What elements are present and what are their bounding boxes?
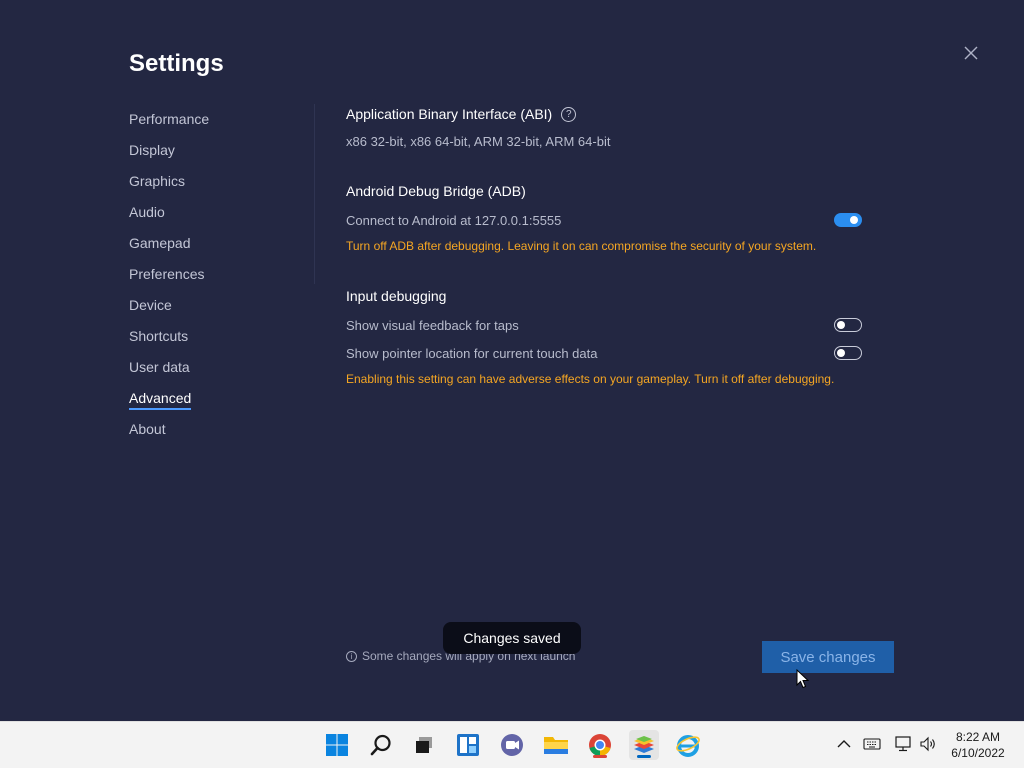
- visual-feedback-label: Show visual feedback for taps: [346, 317, 519, 333]
- keyboard-icon: [863, 738, 881, 750]
- sidebar-divider: [314, 104, 315, 284]
- info-icon: i: [346, 650, 357, 662]
- settings-window: Settings Performance Display Graphics Au…: [0, 0, 1024, 721]
- abi-value: x86 32-bit, x86 64-bit, ARM 32-bit, ARM …: [346, 134, 611, 149]
- running-indicator: [637, 755, 651, 758]
- sidebar-item-label: About: [129, 421, 166, 437]
- search-icon: [370, 734, 391, 756]
- taskbar-clock[interactable]: 8:22 AM 6/10/2022: [944, 729, 1012, 761]
- keyboard-tray-button[interactable]: [862, 734, 882, 754]
- bluestacks-button[interactable]: [629, 730, 659, 760]
- running-indicator: [593, 755, 607, 758]
- task-view-icon: [416, 737, 432, 753]
- visual-feedback-row: Show visual feedback for taps: [346, 315, 862, 335]
- file-explorer-button[interactable]: [541, 730, 571, 760]
- visual-feedback-toggle[interactable]: [834, 318, 862, 332]
- sidebar-item-advanced[interactable]: Advanced: [129, 387, 209, 418]
- sidebar-item-audio[interactable]: Audio: [129, 201, 209, 232]
- sidebar-item-gamepad[interactable]: Gamepad: [129, 232, 209, 263]
- sidebar-item-label: Performance: [129, 111, 210, 127]
- task-view-button[interactable]: [409, 730, 439, 760]
- adb-warning: Turn off ADB after debugging. Leaving it…: [346, 239, 817, 253]
- start-icon: [326, 734, 348, 756]
- input-debugging-title: Input debugging: [346, 288, 447, 304]
- sidebar-item-label: User data: [129, 359, 190, 375]
- abi-section: Application Binary Interface (ABI) ?: [346, 104, 577, 124]
- adb-toggle[interactable]: [834, 213, 862, 227]
- close-icon: [964, 46, 978, 60]
- pointer-location-row: Show pointer location for current touch …: [346, 343, 862, 363]
- start-button[interactable]: [322, 730, 352, 760]
- question-circle-icon[interactable]: ?: [561, 106, 577, 122]
- toggle-knob: [837, 348, 845, 357]
- chevron-up-icon: [837, 740, 851, 748]
- teams-chat-button[interactable]: [497, 730, 527, 760]
- sidebar-item-device[interactable]: Device: [129, 294, 209, 325]
- volume-tray-button[interactable]: [918, 734, 938, 754]
- input-debugging-warning: Enabling this setting can have adverse e…: [346, 372, 835, 386]
- sidebar-item-performance[interactable]: Performance: [129, 108, 209, 139]
- network-tray-button[interactable]: [893, 734, 913, 754]
- adb-row: Connect to Android at 127.0.0.1:5555: [346, 210, 862, 230]
- pointer-location-toggle[interactable]: [834, 346, 862, 360]
- sidebar-item-display[interactable]: Display: [129, 139, 209, 170]
- sidebar-item-label: Shortcuts: [129, 328, 189, 344]
- sidebar-item-label: Device: [129, 297, 172, 313]
- search-button[interactable]: [366, 730, 396, 760]
- sidebar-item-label: Graphics: [129, 173, 186, 189]
- save-changes-button[interactable]: Save changes: [762, 641, 894, 673]
- toggle-knob: [850, 216, 858, 224]
- page-title: Settings: [129, 50, 224, 77]
- sidebar-item-label: Advanced: [129, 390, 192, 410]
- sidebar-item-label: Display: [129, 142, 175, 158]
- adb-title: Android Debug Bridge (ADB): [346, 183, 526, 199]
- sidebar-item-graphics[interactable]: Graphics: [129, 170, 209, 201]
- widgets-button[interactable]: [453, 730, 483, 760]
- abi-title: Application Binary Interface (ABI): [346, 106, 553, 122]
- show-hidden-icons-button[interactable]: [834, 734, 854, 754]
- chrome-button[interactable]: [585, 730, 615, 760]
- sidebar-item-label: Audio: [129, 204, 165, 220]
- network-icon: [895, 736, 911, 752]
- adb-label: Connect to Android at 127.0.0.1:5555: [346, 212, 562, 228]
- sidebar-nav: Performance Display Graphics Audio Gamep…: [129, 108, 209, 449]
- volume-icon: [920, 736, 935, 752]
- teams-chat-icon: [501, 734, 523, 756]
- internet-explorer-icon: [676, 735, 700, 757]
- sidebar-item-about[interactable]: About: [129, 418, 209, 449]
- close-button[interactable]: [962, 44, 980, 62]
- sidebar-item-preferences[interactable]: Preferences: [129, 263, 209, 294]
- toggle-knob: [837, 320, 845, 329]
- clock-time: 8:22 AM: [955, 730, 1001, 744]
- sidebar-item-shortcuts[interactable]: Shortcuts: [129, 325, 209, 356]
- pointer-location-label: Show pointer location for current touch …: [346, 345, 598, 361]
- sidebar-item-label: Gamepad: [129, 235, 191, 251]
- taskbar: 8:22 AM 6/10/2022: [0, 721, 1024, 768]
- clock-date: 6/10/2022: [951, 746, 1005, 760]
- sidebar-item-user-data[interactable]: User data: [129, 356, 209, 387]
- mouse-cursor-icon: [796, 669, 810, 689]
- widgets-icon: [457, 734, 479, 756]
- changes-saved-toast: Changes saved: [443, 622, 581, 654]
- file-explorer-icon: [544, 737, 568, 754]
- sidebar-item-label: Preferences: [129, 266, 205, 282]
- internet-explorer-button[interactable]: [673, 730, 703, 760]
